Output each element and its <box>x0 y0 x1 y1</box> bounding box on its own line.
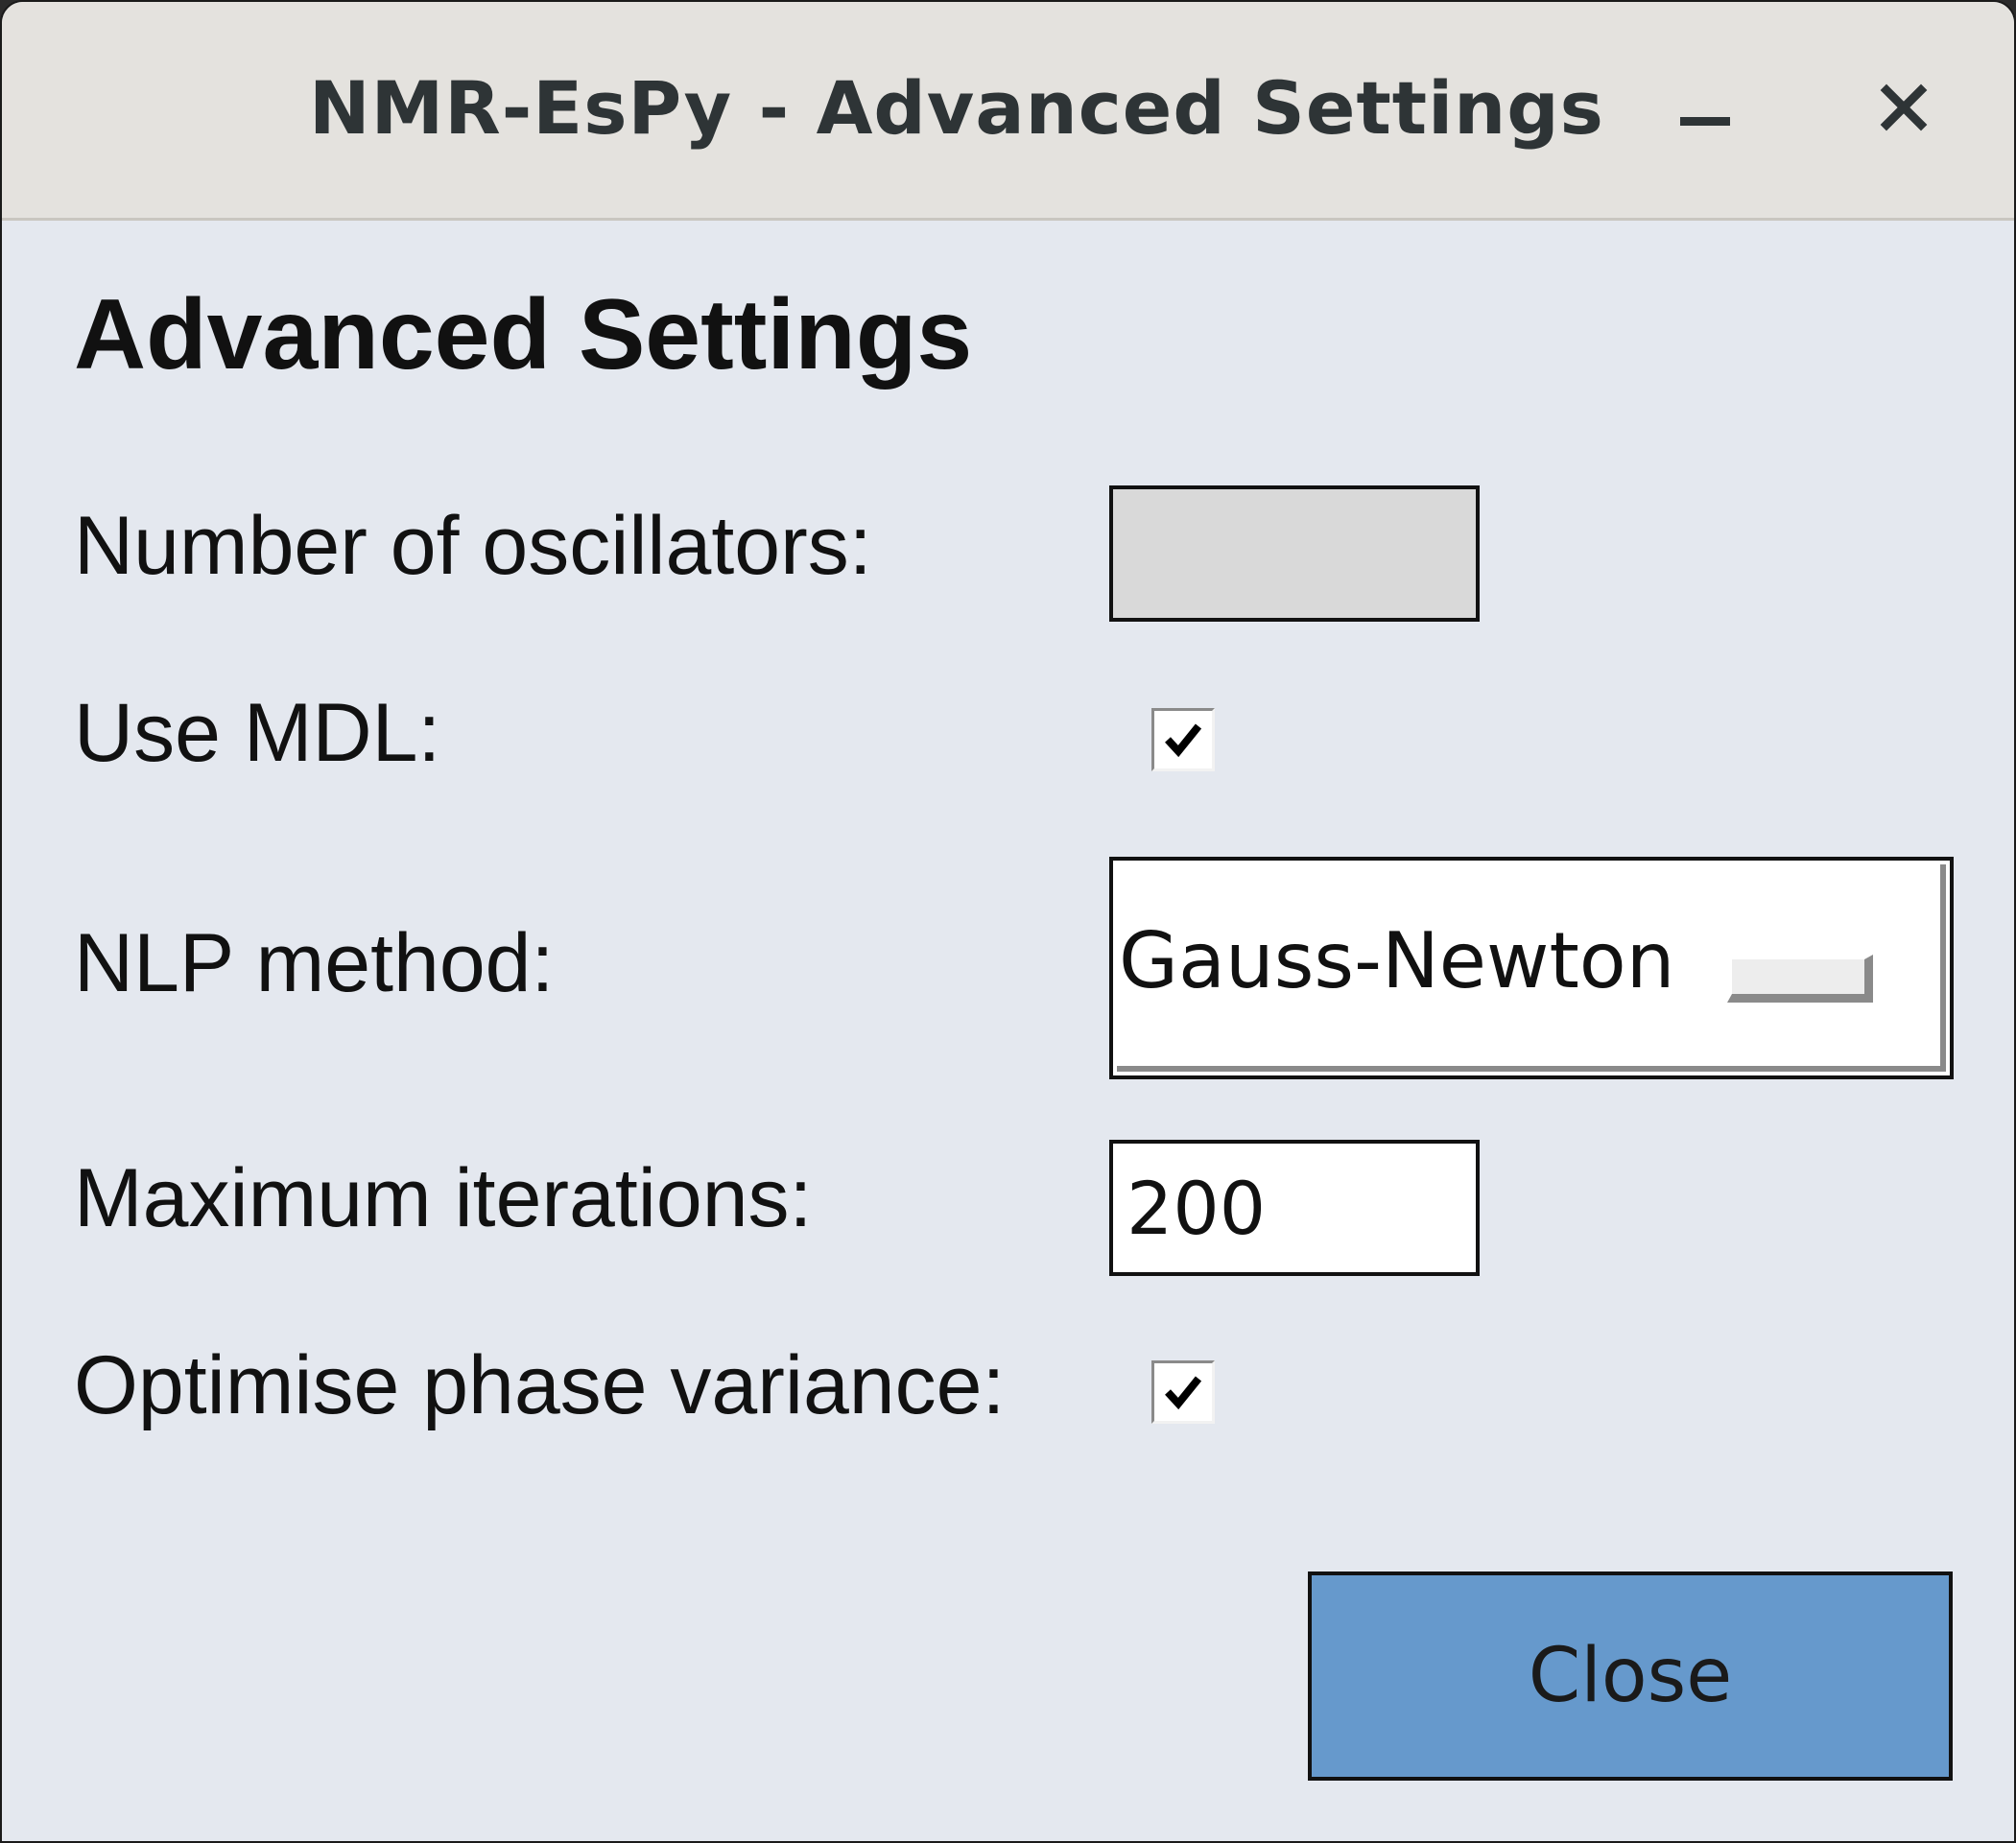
minimize-icon <box>1680 117 1730 126</box>
settings-panel: Advanced Settings Number of oscillators:… <box>2 221 2014 1841</box>
phase-variance-label: Optimise phase variance: <box>74 1339 1006 1431</box>
oscillators-input[interactable] <box>1109 485 1480 622</box>
use-mdl-checkbox[interactable] <box>1151 708 1215 771</box>
checkmark-icon <box>1165 723 1202 758</box>
window-close-button[interactable] <box>1863 67 1944 148</box>
checkmark-icon <box>1165 1376 1202 1410</box>
minimize-button[interactable] <box>1667 69 1743 146</box>
oscillators-label: Number of oscillators: <box>74 500 872 592</box>
nlp-method-label: NLP method: <box>74 917 555 1009</box>
max-iterations-input[interactable] <box>1109 1140 1480 1276</box>
title-bar[interactable]: NMR-EsPy - Advanced Settings <box>2 2 2014 221</box>
window-title: NMR-EsPy - Advanced Settings <box>309 65 1604 151</box>
phase-variance-checkbox[interactable] <box>1151 1360 1215 1424</box>
close-button[interactable]: Close <box>1308 1571 1953 1781</box>
nlp-method-dropdown[interactable]: Gauss-Newton <box>1109 857 1954 1079</box>
nlp-method-value: Gauss-Newton <box>1119 916 1675 1005</box>
page-title: Advanced Settings <box>74 279 973 390</box>
close-icon <box>1880 83 1928 131</box>
advanced-settings-window: NMR-EsPy - Advanced Settings Advanced Se… <box>0 0 2016 1843</box>
max-iterations-label: Maximum iterations: <box>74 1152 813 1244</box>
use-mdl-label: Use MDL: <box>74 687 441 779</box>
dropdown-indicator-icon <box>1727 955 1873 1003</box>
